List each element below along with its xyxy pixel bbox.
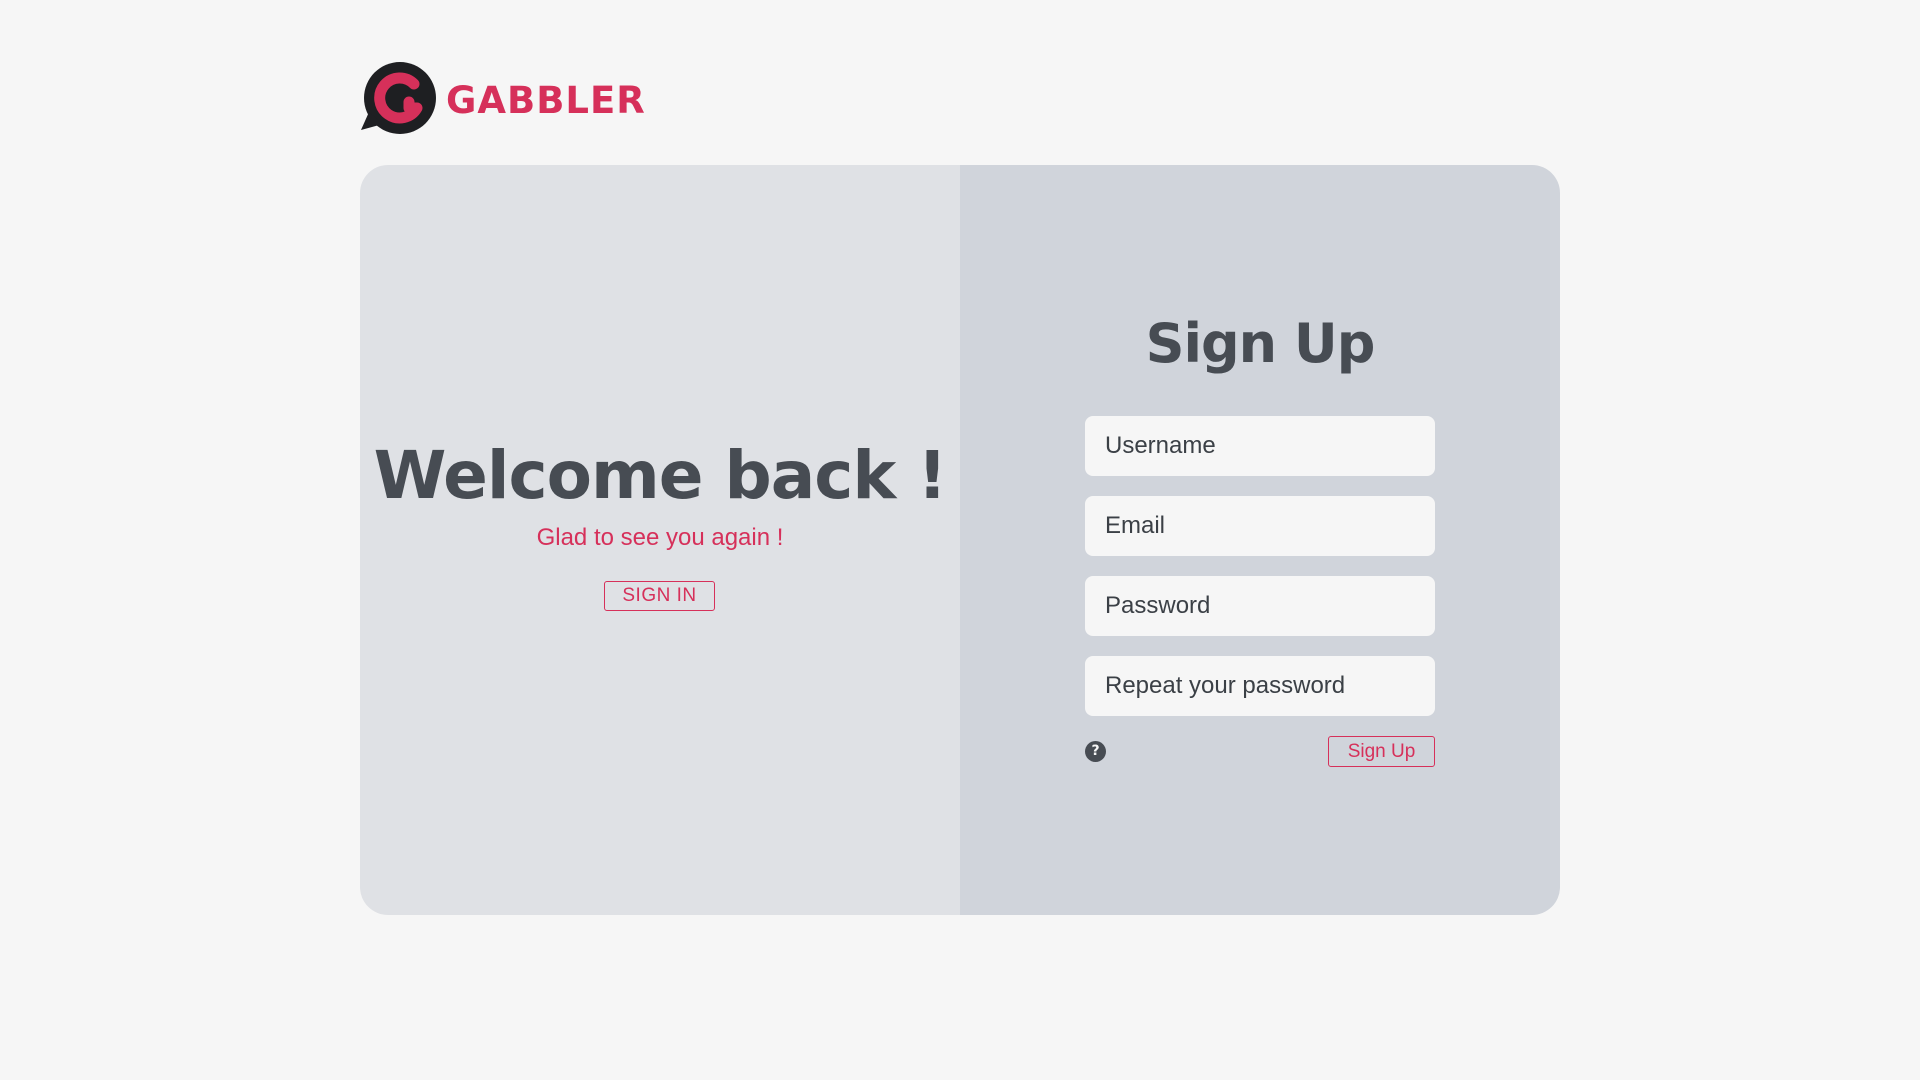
password-input[interactable]	[1085, 576, 1435, 636]
brand-name: GABBLER	[446, 78, 646, 122]
brand-logo[interactable]: GABBLER	[359, 62, 646, 136]
signup-title: Sign Up	[1145, 312, 1376, 375]
auth-card: Welcome back ! Glad to see you again ! S…	[360, 165, 1560, 915]
username-input[interactable]	[1085, 416, 1435, 476]
repeat-password-input[interactable]	[1085, 656, 1435, 716]
signup-panel: Sign Up ? Sign Up	[960, 165, 1560, 915]
gabbler-logo-icon	[361, 62, 436, 134]
welcome-subtitle: Glad to see you again !	[536, 524, 784, 551]
page: GABBLER Welcome back ! Glad to see you a…	[0, 0, 1920, 1080]
welcome-title: Welcome back !	[373, 437, 948, 514]
sign-in-button[interactable]: SIGN IN	[604, 581, 715, 611]
sign-up-button[interactable]: Sign Up	[1328, 736, 1435, 767]
welcome-panel: Welcome back ! Glad to see you again ! S…	[360, 165, 960, 915]
question-circle-icon[interactable]: ?	[1085, 741, 1106, 762]
email-input[interactable]	[1085, 496, 1435, 556]
